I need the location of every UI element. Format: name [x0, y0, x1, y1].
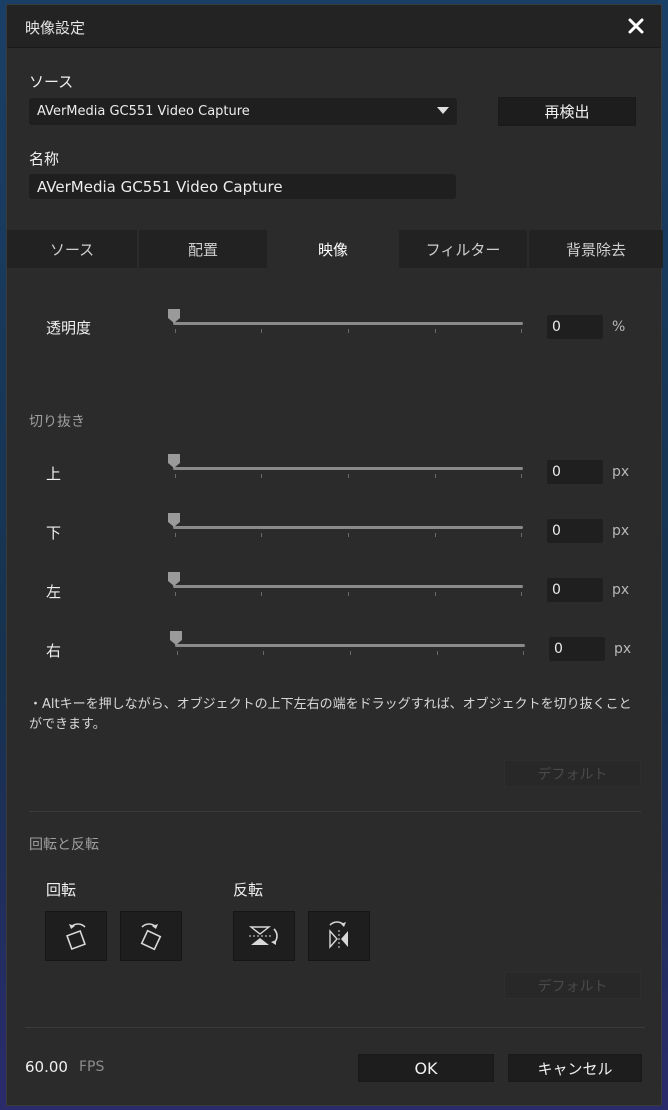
rotate-label: 回転: [46, 881, 77, 899]
title-bar: 映像設定: [7, 5, 661, 48]
rotate-right-button[interactable]: [120, 911, 182, 961]
crop-bottom-value: 0: [552, 523, 561, 539]
opacity-unit: %: [612, 319, 626, 335]
opacity-value: 0: [552, 319, 561, 335]
tab-video[interactable]: 映像: [269, 230, 399, 268]
rotate-flip-default-button[interactable]: デフォルト: [504, 972, 641, 999]
opacity-slider-thumb[interactable]: [168, 309, 180, 323]
name-input[interactable]: AVerMedia GC551 Video Capture: [29, 174, 456, 199]
crop-heading: 切り抜き: [29, 414, 85, 430]
tab-source[interactable]: ソース: [7, 230, 139, 268]
crop-bottom-slider-track[interactable]: [173, 526, 523, 529]
crop-top-label: 上: [46, 465, 62, 483]
opacity-slider-track[interactable]: [173, 322, 523, 325]
crop-left-unit: px: [612, 582, 630, 598]
dialog-title: 映像設定: [25, 19, 86, 37]
cancel-button[interactable]: キャンセル: [508, 1054, 642, 1082]
tab-bar: ソース 配置 映像 フィルター 背景除去: [7, 230, 663, 268]
crop-right-unit: px: [614, 641, 632, 657]
name-input-value: AVerMedia GC551 Video Capture: [37, 177, 283, 196]
flip-horizontal-button[interactable]: [308, 911, 370, 961]
crop-right-slider-thumb[interactable]: [170, 631, 182, 645]
crop-left-value-input[interactable]: 0: [547, 578, 603, 602]
crop-right-value: 0: [554, 641, 563, 657]
opacity-label: 透明度: [46, 319, 92, 337]
rotate-right-icon: [140, 923, 162, 951]
crop-left-label: 左: [46, 583, 62, 601]
flip-vertical-icon: [248, 926, 278, 945]
tab-background-removal[interactable]: 背景除去: [529, 230, 663, 268]
opacity-slider-ticks: [173, 329, 523, 333]
section-divider: [29, 811, 641, 812]
crop-left-slider-thumb[interactable]: [168, 572, 180, 586]
crop-left-slider-ticks: [173, 592, 523, 596]
rotate-left-icon: [66, 923, 86, 950]
ok-button[interactable]: OK: [358, 1054, 494, 1082]
tab-layout[interactable]: 配置: [139, 230, 269, 268]
fps-unit: FPS: [79, 1059, 105, 1075]
crop-top-value-input[interactable]: 0: [547, 460, 603, 484]
crop-bottom-slider-thumb[interactable]: [168, 513, 180, 527]
chevron-down-icon: [437, 107, 449, 114]
crop-bottom-value-input[interactable]: 0: [547, 519, 603, 543]
flip-label: 反転: [233, 881, 264, 899]
crop-left-value: 0: [552, 582, 561, 598]
crop-top-unit: px: [612, 464, 630, 480]
source-label: ソース: [29, 73, 74, 91]
rotate-flip-heading: 回転と反転: [29, 837, 99, 853]
crop-right-slider-ticks: [175, 651, 525, 655]
crop-top-slider-thumb[interactable]: [168, 454, 180, 468]
source-dropdown-value: AVerMedia GC551 Video Capture: [37, 104, 250, 119]
rescan-button[interactable]: 再検出: [498, 97, 636, 126]
crop-bottom-slider-ticks: [173, 533, 523, 537]
close-icon[interactable]: [623, 13, 649, 39]
crop-top-slider-ticks: [173, 474, 523, 478]
tab-filter[interactable]: フィルター: [399, 230, 529, 268]
crop-left-slider-track[interactable]: [173, 585, 523, 588]
video-settings-dialog: 映像設定 ソース AVerMedia GC551 Video Capture 再…: [6, 4, 663, 1106]
crop-right-label: 右: [46, 642, 62, 660]
crop-hint-text: ・Altキーを押しながら、オブジェクトの上下左右の端をドラッグすれば、オブジェク…: [29, 697, 632, 732]
fps-value: 60.00: [25, 1058, 68, 1076]
crop-bottom-unit: px: [612, 523, 630, 539]
crop-bottom-label: 下: [46, 524, 62, 542]
flip-vertical-button[interactable]: [233, 911, 295, 961]
opacity-value-input[interactable]: 0: [547, 315, 603, 339]
crop-top-value: 0: [552, 464, 561, 480]
flip-horizontal-icon: [329, 921, 348, 949]
name-label: 名称: [29, 150, 60, 168]
crop-top-slider-track[interactable]: [173, 467, 523, 470]
crop-right-slider-track[interactable]: [175, 644, 525, 647]
crop-default-button[interactable]: デフォルト: [504, 760, 641, 787]
rotate-left-button[interactable]: [45, 911, 107, 961]
footer-divider: [25, 1027, 645, 1028]
source-dropdown[interactable]: AVerMedia GC551 Video Capture: [29, 98, 457, 125]
crop-right-value-input[interactable]: 0: [549, 637, 605, 661]
